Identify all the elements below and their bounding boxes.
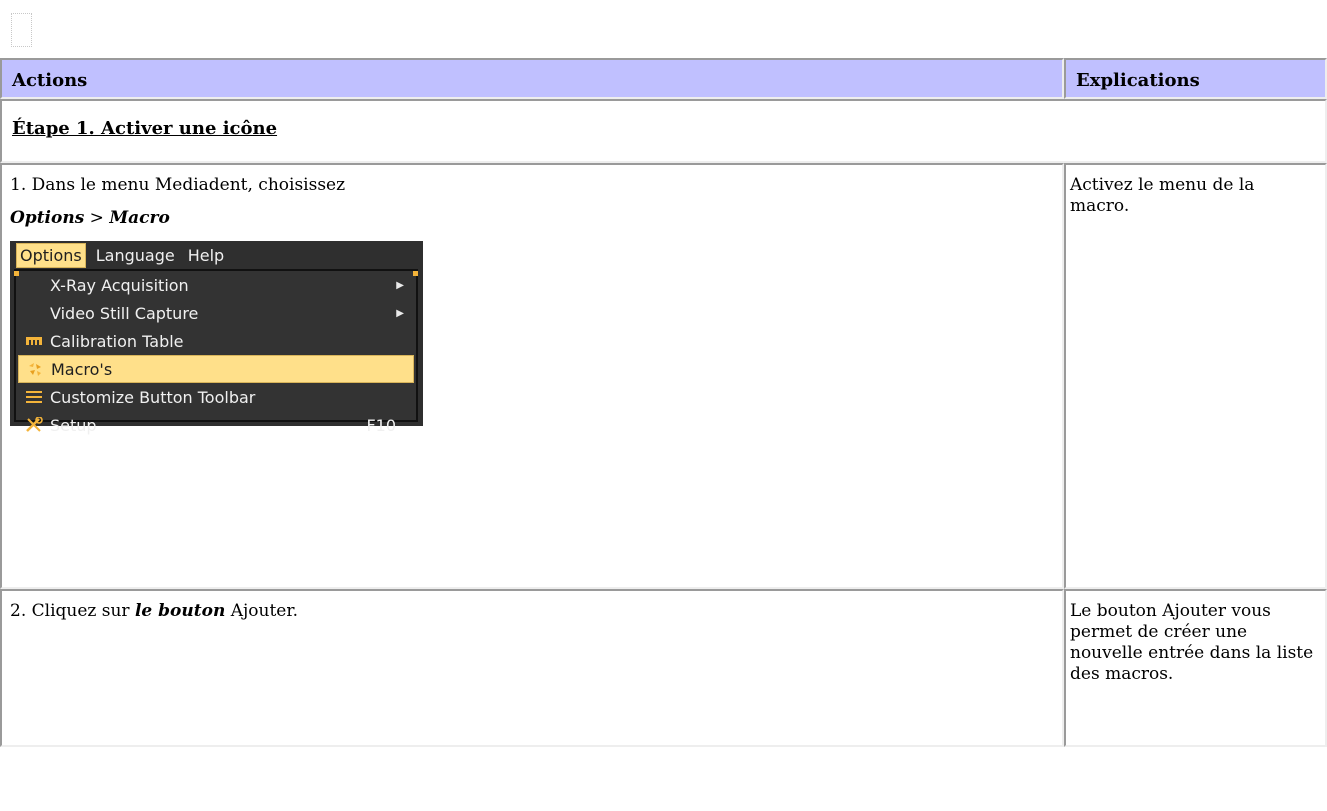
menu-item-label: Calibration Table: [50, 331, 184, 351]
menu-path-separator: >: [84, 208, 110, 228]
tools-icon: [24, 417, 44, 433]
macro-icon: [25, 361, 45, 377]
instruction-text-post: Ajouter.: [225, 601, 299, 621]
action-cell: 2. Cliquez sur le bouton Ajouter.: [0, 589, 1064, 747]
menu-bar: Options Language Help: [10, 241, 423, 269]
menu-path-options: Options: [10, 208, 85, 228]
table-row: 1. Dans le menu Mediadent, choisissez Op…: [0, 163, 1327, 589]
menu-help[interactable]: Help: [185, 244, 227, 267]
options-dropdown: X-Ray Acquisition ▶ Video Still Capture …: [14, 269, 418, 435]
menu-item-xray-acquisition[interactable]: X-Ray Acquisition ▶: [18, 271, 414, 299]
submenu-arrow-icon: ▶: [396, 307, 404, 319]
menu-item-label: Customize Button Toolbar: [50, 387, 256, 407]
step-title: Étape 1. Activer une icône: [12, 118, 278, 139]
instructions-table: Actions Explications Étape 1. Activer un…: [0, 58, 1327, 747]
step-row: Étape 1. Activer une icône: [0, 99, 1327, 163]
ruler-icon: [24, 333, 44, 349]
explications-header: Explications: [1064, 58, 1327, 99]
action-cell: 1. Dans le menu Mediadent, choisissez Op…: [0, 163, 1064, 589]
menu-item-calibration-table[interactable]: Calibration Table: [18, 327, 414, 355]
menu-item-label: Macro's: [51, 359, 113, 379]
step-cell: Étape 1. Activer une icône: [0, 99, 1327, 163]
actions-header: Actions: [0, 58, 1064, 99]
placeholder-image: [11, 13, 32, 47]
menu-item-macros[interactable]: Macro's: [18, 355, 414, 383]
table-row: 2. Cliquez sur le bouton Ajouter. Le bou…: [0, 589, 1327, 747]
menu-item-setup[interactable]: Setup F10: [18, 411, 414, 439]
instruction-text-pre: 2. Cliquez sur: [10, 601, 135, 621]
menu-options[interactable]: Options: [16, 242, 86, 268]
menu-path-macro: Macro: [109, 208, 170, 228]
menu-path: Options > Macro: [10, 208, 1052, 229]
shortcut-label: F10: [366, 415, 396, 435]
explanation-cell: Le bouton Ajouter vous permet de créer u…: [1064, 589, 1327, 747]
menu-item-video-still-capture[interactable]: Video Still Capture ▶: [18, 299, 414, 327]
menu-item-label: Video Still Capture: [50, 303, 199, 323]
menu-screenshot: Options Language Help X-Ray Acquisition …: [10, 241, 423, 435]
menu-item-label: Setup: [50, 415, 97, 435]
instruction-text-emphasis: le bouton: [134, 601, 226, 621]
table-header-row: Actions Explications: [0, 58, 1327, 99]
explanation-cell: Activez le menu de la macro.: [1064, 163, 1327, 589]
menu-item-label: X-Ray Acquisition: [50, 275, 189, 295]
instruction-text: 1. Dans le menu Mediadent, choisissez: [10, 175, 346, 195]
menu-item-customize-toolbar[interactable]: Customize Button Toolbar: [18, 383, 414, 411]
submenu-arrow-icon: ▶: [396, 279, 404, 291]
hamburger-icon: [24, 389, 44, 405]
menu-language[interactable]: Language: [93, 244, 178, 267]
